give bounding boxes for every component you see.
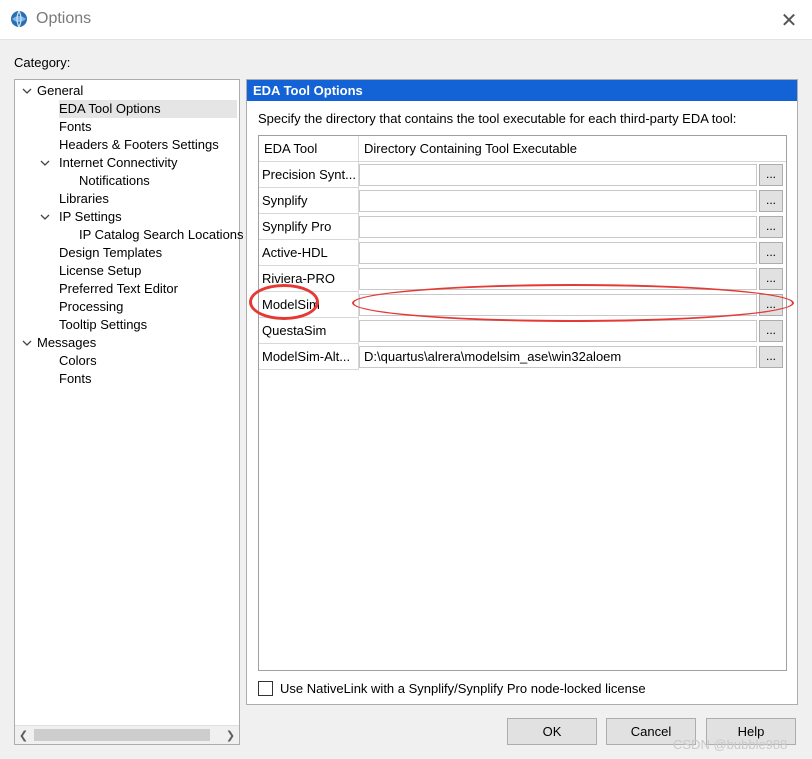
close-button[interactable]: ✕ [766, 0, 812, 40]
tree-item-label: IP Catalog Search Locations [79, 227, 244, 242]
nativelink-checkbox[interactable] [258, 681, 273, 696]
tool-name: Precision Synt... [259, 162, 359, 188]
browse-button[interactable]: ... [759, 216, 783, 238]
tool-path-input[interactable] [359, 190, 757, 212]
table-row: Active-HDL... [259, 240, 786, 266]
tree-item-label: Fonts [59, 119, 92, 134]
tree-item[interactable]: Messages [15, 334, 237, 352]
tree-item-label: Libraries [59, 191, 109, 206]
scroll-left-icon[interactable]: ❮ [15, 726, 32, 744]
tree-item[interactable]: Headers & Footers Settings [15, 136, 237, 154]
column-header-eda-tool: EDA Tool [259, 136, 359, 162]
category-label: Category: [14, 55, 71, 70]
table-row: QuestaSim... [259, 318, 786, 344]
tree-item[interactable]: Tooltip Settings [15, 316, 237, 334]
panel-description: Specify the directory that contains the … [258, 111, 737, 126]
scrollbar-thumb[interactable] [34, 729, 210, 741]
chevron-down-icon[interactable] [39, 154, 51, 172]
tool-path-input[interactable]: D:\quartus\alrera\modelsim_ase\win32aloe… [359, 346, 757, 368]
tree-item-label: License Setup [59, 263, 142, 278]
table-row: Precision Synt...... [259, 162, 786, 188]
tree-item[interactable]: Notifications [15, 172, 237, 190]
tree-item-label: Notifications [79, 173, 150, 188]
table-row: Synplify Pro... [259, 214, 786, 240]
nativelink-checkbox-label: Use NativeLink with a Synplify/Synplify … [280, 681, 646, 696]
tree-item[interactable]: Design Templates [15, 244, 237, 262]
tree-item-label: Preferred Text Editor [59, 281, 178, 296]
tree-item-label: EDA Tool Options [59, 100, 237, 118]
category-tree[interactable]: General EDA Tool Options Fonts Headers & Fo… [14, 79, 244, 745]
chevron-down-icon[interactable] [21, 334, 33, 352]
tool-path-input[interactable] [359, 164, 757, 186]
tool-name: Synplify Pro [259, 214, 359, 240]
tree-item[interactable]: Libraries [15, 190, 237, 208]
tool-name: QuestaSim [259, 318, 359, 344]
tree-item[interactable]: License Setup [15, 262, 237, 280]
quartus-globe-icon [11, 10, 27, 28]
tree-item-label: Fonts [59, 371, 92, 386]
tree-item-label: Internet Connectivity [59, 155, 178, 170]
chevron-down-icon[interactable] [39, 208, 51, 226]
column-header-directory: Directory Containing Tool Executable [359, 136, 786, 162]
tree-item-label: General [37, 83, 84, 98]
chevron-down-icon[interactable] [21, 82, 33, 100]
browse-button[interactable]: ... [759, 320, 783, 342]
browse-button[interactable]: ... [759, 346, 783, 368]
table-row: Synplify... [259, 188, 786, 214]
tool-name: Synplify [259, 188, 359, 214]
tree-item-label: Processing [59, 299, 124, 314]
browse-button[interactable]: ... [759, 190, 783, 212]
tree-item[interactable]: Fonts [15, 118, 237, 136]
tree-item[interactable]: IP Catalog Search Locations [15, 226, 244, 244]
eda-tool-table: EDA Tool Directory Containing Tool Execu… [258, 135, 787, 671]
table-row: Riviera-PRO... [259, 266, 786, 292]
table-row: ModelSim-Alt... D:\quartus\alrera\modelsi… [259, 344, 786, 370]
window-title: Options [36, 10, 92, 27]
tree-item[interactable]: Preferred Text Editor [15, 280, 237, 298]
tree-item[interactable]: Internet Connectivity [15, 154, 237, 172]
close-icon: ✕ [780, 9, 798, 32]
tool-path-input[interactable] [359, 294, 757, 316]
tool-name: Active-HDL [259, 240, 359, 266]
title-bar: Options ✕ [0, 0, 812, 40]
tree-item-label: Design Templates [59, 245, 163, 260]
scroll-right-icon[interactable]: ❯ [222, 726, 239, 744]
tree-item-label: Tooltip Settings [59, 317, 148, 332]
browse-button[interactable]: ... [759, 242, 783, 264]
tree-item[interactable]: IP Settings [15, 208, 237, 226]
ok-button[interactable]: OK [507, 718, 597, 745]
tree-item[interactable]: Colors [15, 352, 237, 370]
browse-button[interactable]: ... [759, 268, 783, 290]
tool-name: Riviera-PRO [259, 266, 359, 292]
tool-name: ModelSim-Alt... [259, 344, 359, 370]
tree-horizontal-scrollbar[interactable]: ❮ ❯ [15, 725, 239, 744]
tool-path-input[interactable] [359, 242, 757, 264]
watermark: CSDN @bubble988 [673, 737, 788, 752]
tree-item[interactable]: General [15, 82, 237, 100]
tree-item-label: Colors [59, 353, 97, 368]
tool-name: ModelSim [259, 292, 359, 318]
tool-path-input[interactable] [359, 216, 757, 238]
tree-item-label: IP Settings [59, 209, 122, 224]
tree-item[interactable]: Fonts [15, 370, 237, 388]
tree-item-label: Messages [37, 335, 97, 350]
tree-item-label: Headers & Footers Settings [59, 137, 219, 152]
tool-path-input[interactable] [359, 268, 757, 290]
browse-button[interactable]: ... [759, 164, 783, 186]
panel-header: EDA Tool Options [247, 80, 797, 101]
tree-item[interactable]: EDA Tool Options [15, 100, 237, 118]
tree-item[interactable]: Processing [15, 298, 237, 316]
tool-path-input[interactable] [359, 320, 757, 342]
table-row: ModelSim... [259, 292, 786, 318]
options-panel: EDA Tool Options Specify the directory t… [246, 79, 798, 705]
browse-button[interactable]: ... [759, 294, 783, 316]
